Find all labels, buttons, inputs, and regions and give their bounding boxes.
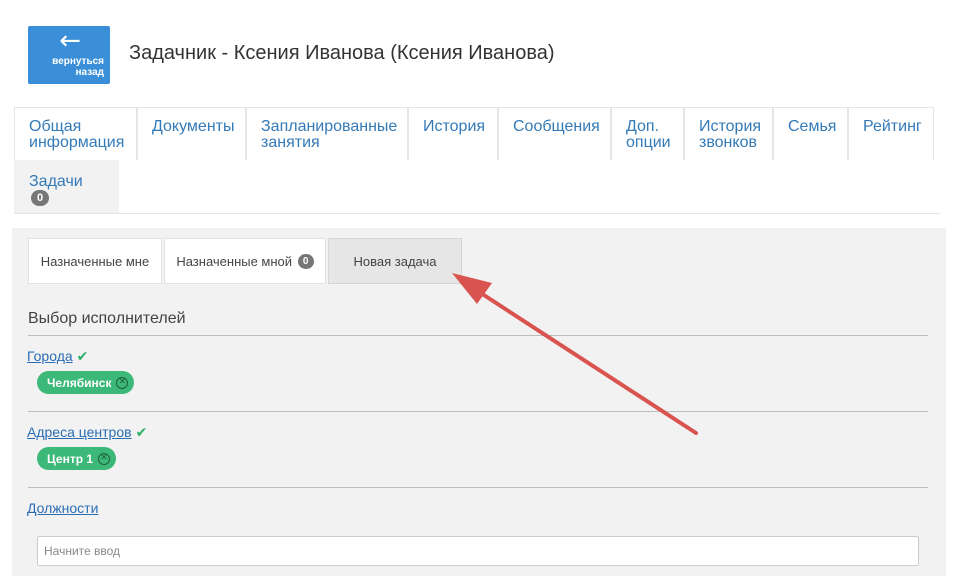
subtab-label: Назначенные мне: [40, 253, 150, 269]
tabs-divider: [14, 213, 940, 214]
checkmark-icon: ✔: [135, 425, 148, 441]
subtab-new-task[interactable]: Новая задача: [328, 238, 462, 284]
tab-messages[interactable]: Сообщения: [498, 107, 611, 160]
tab-label: История: [699, 118, 762, 135]
tab-label: информация: [29, 134, 125, 151]
tab-tasks[interactable]: Задачи 0: [14, 160, 119, 213]
assigned-by-me-badge: 0: [297, 253, 314, 269]
chip-label: Челябинск: [47, 375, 112, 390]
tasks-panel: Назначенные мне Назначенные мной 0 Новая…: [12, 228, 946, 576]
back-label-line2: назад: [75, 67, 104, 78]
divider: [28, 335, 928, 336]
positions-label: Должности: [27, 500, 99, 516]
tab-label: Семья: [788, 118, 837, 135]
subtab-label: Новая задача: [353, 253, 437, 269]
positions-search-input[interactable]: [37, 536, 919, 566]
tasks-count-badge: 0: [31, 190, 49, 206]
city-chip: Челябинск ✕: [37, 371, 135, 394]
divider: [28, 411, 928, 412]
centers-label: Адреса центров: [27, 424, 132, 440]
section-title: Выбор исполнителей: [28, 310, 186, 327]
tab-label: Общая: [29, 118, 82, 135]
tab-label: звонков: [699, 134, 757, 151]
cities-link[interactable]: Города ✔: [27, 348, 88, 365]
tab-label: опции: [626, 134, 671, 151]
tab-history[interactable]: История: [408, 107, 498, 160]
tab-label: Доп.: [626, 118, 660, 135]
center-chip: Центр 1 ✕: [37, 447, 117, 470]
checkmark-icon: ✔: [76, 349, 89, 365]
center-addresses-link[interactable]: Адреса центров ✔: [27, 424, 147, 441]
tab-general-info[interactable]: Общая информация: [14, 107, 137, 160]
remove-circle-icon[interactable]: ✕: [116, 376, 129, 389]
tab-extra-options[interactable]: Доп. опции: [611, 107, 684, 160]
tab-label: Сообщения: [513, 118, 600, 135]
positions-link[interactable]: Должности: [27, 500, 98, 516]
divider: [28, 487, 928, 488]
tab-documents[interactable]: Документы: [137, 107, 246, 160]
subtab-assigned-by-me[interactable]: Назначенные мной 0: [164, 238, 326, 284]
arrow-left-icon: ←: [59, 26, 81, 56]
back-button[interactable]: ← вернуться назад: [28, 26, 110, 84]
tab-label: Рейтинг: [863, 118, 922, 135]
chip-label: Центр 1: [47, 451, 94, 466]
cities-label: Города: [27, 348, 73, 364]
remove-circle-icon[interactable]: ✕: [98, 452, 111, 465]
subtab-label: Назначенные мной: [176, 253, 293, 269]
tab-label: Документы: [152, 118, 235, 135]
tab-label: История: [423, 118, 486, 135]
tab-family[interactable]: Семья: [773, 107, 848, 160]
tab-label: Запланированные: [261, 118, 398, 135]
tab-label: занятия: [261, 134, 320, 151]
tab-rating[interactable]: Рейтинг: [848, 107, 934, 160]
back-label-line1: вернуться: [52, 56, 104, 67]
tab-label: Задачи: [29, 173, 83, 190]
subtab-assigned-to-me[interactable]: Назначенные мне: [28, 238, 162, 284]
tab-scheduled-lessons[interactable]: Запланированные занятия: [246, 107, 408, 160]
tab-call-history[interactable]: История звонков: [684, 107, 773, 160]
page-title: Задачник - Ксения Иванова (Ксения Иванов…: [129, 42, 555, 64]
